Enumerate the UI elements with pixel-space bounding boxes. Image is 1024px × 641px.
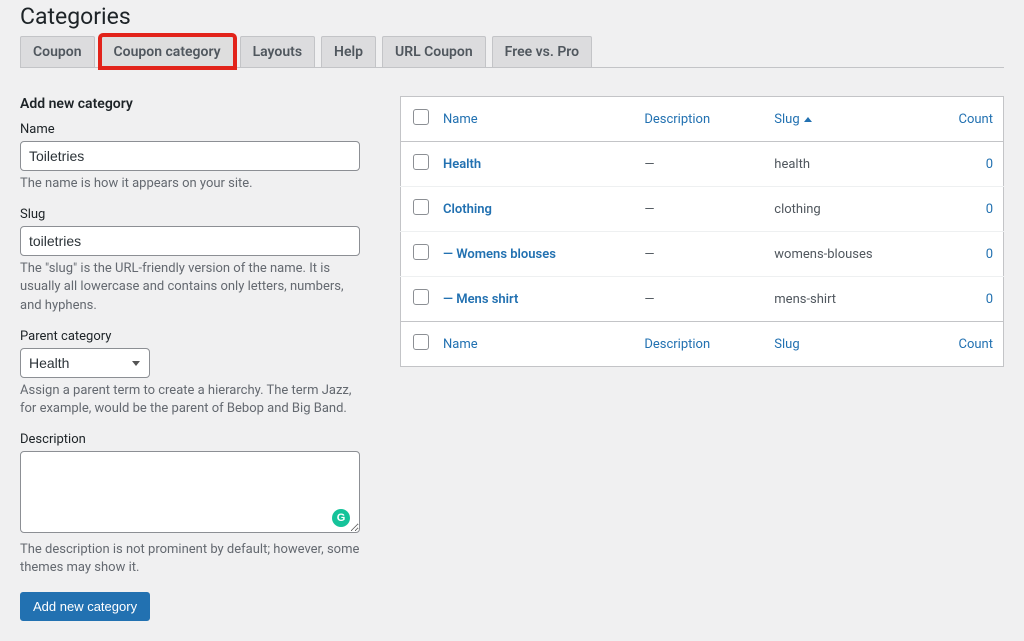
col-header-description[interactable]: Description — [634, 97, 764, 142]
category-count-link[interactable]: 0 — [986, 292, 993, 307]
add-category-form: Add new category Name The name is how it… — [20, 96, 360, 621]
parent-label: Parent category — [20, 329, 360, 344]
category-name-link[interactable]: Health — [443, 157, 481, 172]
select-all-top[interactable] — [413, 109, 429, 125]
category-count-link[interactable]: 0 — [986, 247, 993, 262]
tab-url-coupon[interactable]: URL Coupon — [382, 36, 486, 67]
slug-input[interactable] — [20, 226, 360, 256]
slug-label: Slug — [20, 207, 360, 222]
category-description: — — [634, 277, 764, 322]
category-name-link[interactable]: — Womens blouses — [443, 247, 556, 262]
col-header-slug[interactable]: Slug — [764, 97, 943, 142]
table-row: — Womens blouses — womens-blouses 0 — [401, 232, 1004, 277]
tab-coupon[interactable]: Coupon — [20, 36, 95, 67]
category-name-link[interactable]: — Mens shirt — [443, 292, 518, 307]
parent-hint: Assign a parent term to create a hierarc… — [20, 382, 360, 418]
category-slug: clothing — [764, 187, 943, 232]
category-slug: mens-shirt — [764, 277, 943, 322]
category-description: — — [634, 187, 764, 232]
add-category-button[interactable]: Add new category — [20, 592, 150, 621]
col-footer-slug[interactable]: Slug — [764, 322, 943, 367]
category-slug: health — [764, 142, 943, 187]
tabs-nav: Coupon Coupon category Layouts Help URL … — [20, 36, 1004, 68]
col-footer-description[interactable]: Description — [634, 322, 764, 367]
slug-hint: The "slug" is the URL-friendly version o… — [20, 260, 360, 315]
name-label: Name — [20, 122, 360, 137]
name-hint: The name is how it appears on your site. — [20, 175, 360, 193]
select-all-bottom[interactable] — [413, 334, 429, 350]
categories-table: Name Description Slug Count Health — hea… — [400, 96, 1004, 367]
table-row: Clothing — clothing 0 — [401, 187, 1004, 232]
description-label: Description — [20, 432, 360, 447]
category-count-link[interactable]: 0 — [986, 157, 993, 172]
description-textarea[interactable] — [20, 451, 360, 533]
description-hint: The description is not prominent by defa… — [20, 541, 360, 577]
row-checkbox[interactable] — [413, 154, 429, 170]
name-input[interactable] — [20, 141, 360, 171]
grammarly-icon — [332, 509, 350, 527]
col-header-name[interactable]: Name — [433, 97, 634, 142]
page-title: Categories — [20, 0, 1004, 36]
tab-layouts[interactable]: Layouts — [240, 36, 315, 67]
row-checkbox[interactable] — [413, 289, 429, 305]
category-count-link[interactable]: 0 — [986, 202, 993, 217]
form-heading: Add new category — [20, 96, 360, 112]
table-row: Health — health 0 — [401, 142, 1004, 187]
category-description: — — [634, 142, 764, 187]
parent-select[interactable]: Health — [20, 348, 150, 378]
col-header-count[interactable]: Count — [944, 97, 1004, 142]
category-description: — — [634, 232, 764, 277]
col-footer-name[interactable]: Name — [433, 322, 634, 367]
sort-ascending-icon — [804, 117, 812, 122]
tab-coupon-category[interactable]: Coupon category — [101, 36, 234, 67]
tab-help[interactable]: Help — [321, 36, 376, 67]
col-footer-count[interactable]: Count — [944, 322, 1004, 367]
row-checkbox[interactable] — [413, 244, 429, 260]
category-name-link[interactable]: Clothing — [443, 202, 492, 217]
category-slug: womens-blouses — [764, 232, 943, 277]
tab-free-vs-pro[interactable]: Free vs. Pro — [492, 36, 592, 67]
row-checkbox[interactable] — [413, 199, 429, 215]
table-row: — Mens shirt — mens-shirt 0 — [401, 277, 1004, 322]
